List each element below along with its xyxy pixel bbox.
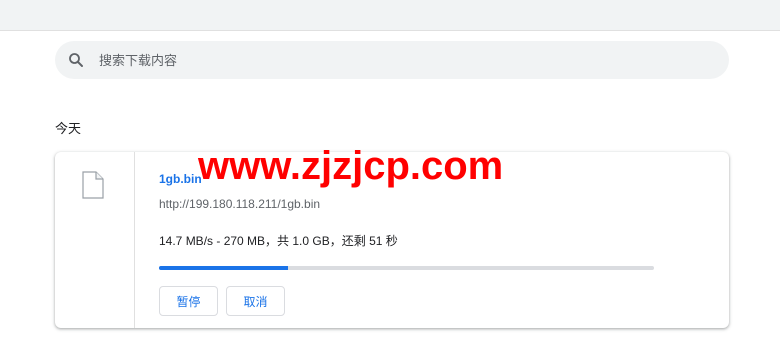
section-date-label: 今天 — [55, 121, 82, 136]
top-toolbar — [0, 0, 780, 31]
search-input[interactable] — [97, 51, 661, 69]
pause-button[interactable]: 暂停 — [159, 286, 218, 316]
file-url: http://199.180.118.211/1gb.bin — [159, 197, 321, 211]
search-icon[interactable] — [67, 51, 85, 69]
file-icon — [82, 171, 104, 199]
file-icon-column — [55, 152, 135, 328]
file-name-link[interactable]: 1gb.bin — [159, 172, 202, 186]
search-bar[interactable] — [55, 41, 729, 79]
cancel-button[interactable]: 取消 — [226, 286, 285, 316]
download-status-text: 14.7 MB/s - 270 MB，共 1.0 GB，还剩 51 秒 — [159, 234, 398, 248]
download-progress-bar — [159, 266, 654, 270]
download-item-card: 1gb.bin http://199.180.118.211/1gb.bin 1… — [55, 152, 729, 328]
download-progress-fill — [159, 266, 288, 270]
